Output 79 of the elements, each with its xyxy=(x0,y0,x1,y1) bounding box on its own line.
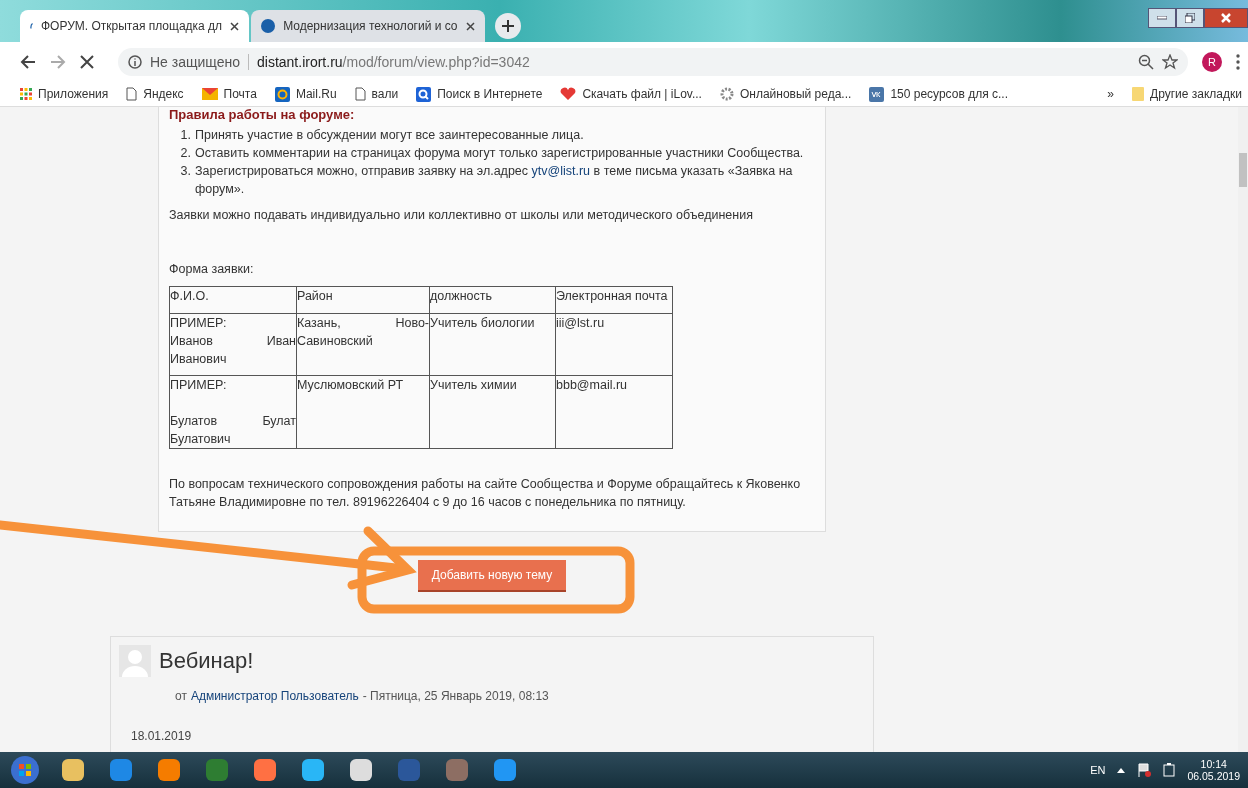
menu-icon[interactable] xyxy=(1236,54,1240,70)
bookmark-link[interactable]: Почта xyxy=(201,87,257,101)
bookmark-link[interactable]: Яндекс xyxy=(126,87,184,101)
list-number: 2. xyxy=(179,145,191,162)
post-by-label: от xyxy=(175,689,187,703)
table-cell: Учитель химии xyxy=(429,375,556,449)
restore-button[interactable] xyxy=(1176,8,1204,28)
rule-text: Оставить комментарии на страницах форума могут только зарегистрированные участники Сообщества. xyxy=(195,145,804,162)
back-arrow-icon[interactable] xyxy=(20,54,36,70)
minimize-button[interactable] xyxy=(1148,8,1176,28)
gear-icon xyxy=(719,87,734,101)
start-button[interactable] xyxy=(8,755,42,785)
close-button[interactable] xyxy=(1204,8,1248,28)
table-cell: bbb@mail.ru xyxy=(555,375,673,449)
table-header-cell: Электронная почта xyxy=(555,286,673,314)
requests-note: Заявки можно подавать индивидуально или коллективно от школы или методического объединения xyxy=(169,207,754,224)
caret-up-icon[interactable] xyxy=(1117,767,1126,773)
table-cell: Муслюмовский РТ xyxy=(296,375,430,449)
table-cell: Учитель биологии xyxy=(429,313,556,376)
rule-text: Зарегистрироваться можно, отправив заявку на эл.адрес ytv@list.ru в теме письма указать «Заявка на форум». xyxy=(195,163,794,198)
table-header-cell: Ф.И.О. xyxy=(169,286,297,314)
apps-grid-icon xyxy=(20,88,32,100)
minimize-icon xyxy=(1157,16,1167,20)
avatar-placeholder xyxy=(119,645,151,677)
browser-tab[interactable]: ФОРУМ. Открытая площадка дл xyxy=(20,10,250,42)
list-number: 1. xyxy=(179,127,191,144)
rule-text: Принять участие в обсуждении могут все заинтересованные лица. xyxy=(195,127,584,144)
browser-tab[interactable]: Модернизация технологий и со xyxy=(251,10,485,42)
other-bookmarks-folder[interactable]: Другие закладки xyxy=(1132,87,1242,101)
close-icon xyxy=(1221,13,1231,23)
language-indicator[interactable]: EN xyxy=(1090,764,1106,776)
new-tab-button[interactable] xyxy=(494,13,521,39)
table-header-cell: должность xyxy=(429,286,556,314)
at-sign-icon xyxy=(274,86,290,102)
contact-note: По вопросам технического сопровождения работы на сайте Сообщества и Форуме обращайтесь к Яковенко Татьяне Владимировне по тел. 89196226404 с 9 до 16 часов с понедельника по пятницу. xyxy=(169,476,802,511)
vk-logo-icon xyxy=(869,86,885,102)
scrollbar[interactable] xyxy=(1238,107,1248,752)
more-bookmarks-button[interactable]: » xyxy=(1107,87,1115,101)
loading-spinner-icon xyxy=(30,23,33,29)
folder-icon xyxy=(1132,87,1145,101)
post-title: Вебинар! xyxy=(159,648,254,674)
bookmark-link[interactable]: Mail.Ru xyxy=(274,86,337,102)
plus-icon xyxy=(501,20,514,32)
info-icon xyxy=(128,55,142,69)
close-icon[interactable] xyxy=(230,21,240,31)
flag-icon[interactable] xyxy=(1137,763,1152,777)
bookmark-link[interactable]: Онлайновый реда... xyxy=(719,87,852,101)
stop-icon[interactable] xyxy=(80,55,94,69)
star-icon[interactable] xyxy=(1162,54,1178,70)
table-cell: iii@lst.ru xyxy=(555,313,673,376)
list-number: 3. xyxy=(179,163,191,180)
zoom-out-icon[interactable] xyxy=(1138,54,1154,70)
battery-icon[interactable] xyxy=(1163,763,1176,777)
restore-icon xyxy=(1185,13,1195,23)
address-bar[interactable]: Не защищено distant.irort.ru/mod/forum/view.php?id=3042 xyxy=(118,48,1188,76)
table-cell: Казань, Ново-Савиновский xyxy=(296,313,430,376)
bookmark-link[interactable]: Скачать файл | iLov... xyxy=(560,87,702,101)
email-link[interactable]: ytv@list.ru xyxy=(531,164,591,178)
table-cell: ПРИМЕР: Булатов Булат Булатович xyxy=(169,375,297,449)
clock[interactable]: 10:14 06.05.2019 xyxy=(1187,758,1240,782)
table-cell: ПРИМЕР: Иванов Иван Иванович xyxy=(169,313,297,376)
form-label: Форма заявки: xyxy=(169,261,255,278)
bookmark-link[interactable]: 150 ресурсов для с... xyxy=(869,86,1008,102)
page-icon xyxy=(354,87,366,101)
close-icon[interactable] xyxy=(465,21,475,31)
heart-icon xyxy=(560,87,577,101)
bookmark-link[interactable]: Приложения xyxy=(20,87,109,101)
bookmark-link[interactable]: вали xyxy=(354,87,399,101)
search-icon xyxy=(416,86,432,102)
author-link[interactable]: Администратор Пользователь xyxy=(190,689,359,703)
post-body-date: 18.01.2019 xyxy=(131,729,193,743)
drop-logo-icon xyxy=(261,19,276,33)
post-date: - Пятница, 25 Январь 2019, 08:13 xyxy=(362,689,549,703)
rules-heading: Правила работы на форуме: xyxy=(169,107,356,122)
profile-avatar[interactable]: R xyxy=(1202,52,1222,72)
bookmark-link[interactable]: Поиск в Интернете xyxy=(416,86,543,102)
page-icon xyxy=(126,87,138,101)
envelope-icon xyxy=(201,88,218,100)
table-header-cell: Район xyxy=(296,286,430,314)
